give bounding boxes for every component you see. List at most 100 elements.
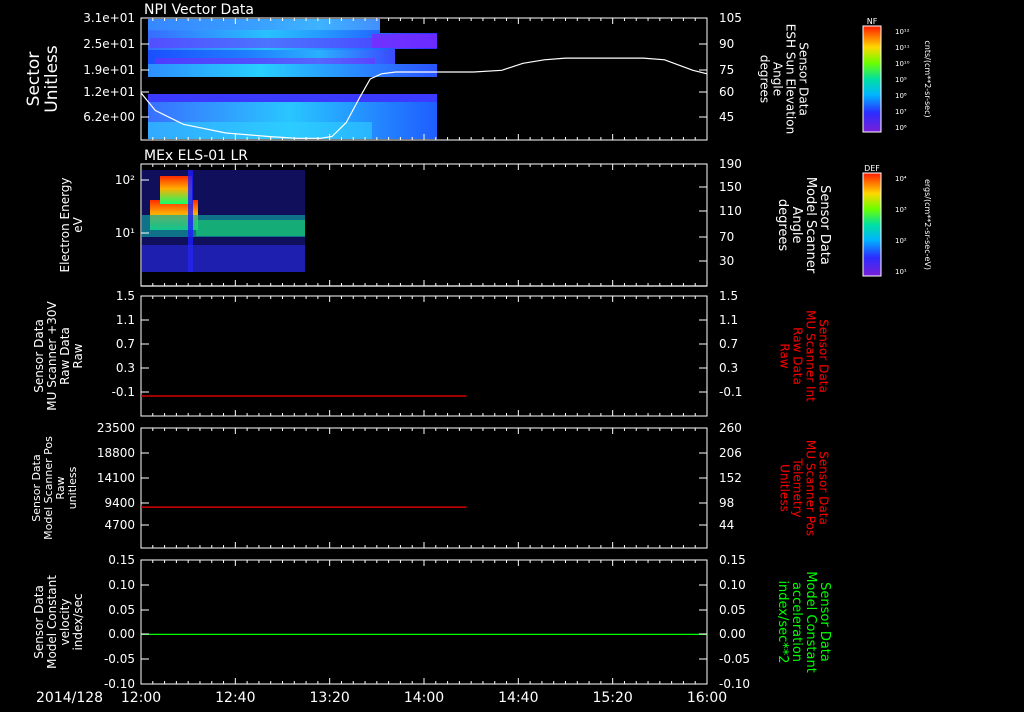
svg-text:ergs/(cm**2-sr-sec-eV): ergs/(cm**2-sr-sec-eV) [923, 179, 932, 270]
y2-tick-label: 90 [719, 37, 734, 51]
y2-tick-label: 45 [719, 110, 734, 124]
panel-2-y2label: Sensor DataModel ScannerAngledegrees [775, 177, 832, 274]
svg-text:degrees: degrees [775, 199, 790, 252]
svg-text:Angle: Angle [789, 207, 804, 244]
x-tick-label: 13:20 [309, 690, 349, 706]
svg-text:Raw: Raw [71, 343, 85, 368]
y2-tick-label: 0.10 [719, 578, 746, 592]
y2-tick-label: 1.5 [719, 289, 738, 303]
x-tick-label: 14:40 [498, 690, 538, 706]
svg-text:Sensor Data: Sensor Data [817, 582, 832, 662]
colorbar-tick: 10³ [895, 206, 907, 214]
colorbar-units: cnts/(cm**2-sr-sec) [923, 40, 932, 117]
y2-tick-label: 206 [719, 446, 742, 460]
svg-text:Sensor Data: Sensor Data [797, 42, 811, 116]
date-label: 2014/128 [36, 690, 103, 706]
x-tick-label: 12:40 [215, 690, 255, 706]
panel-3-ylabel: Sensor Data MU Scanner +30V Raw Data Raw [32, 301, 85, 411]
y-tick-label: 0.10 [108, 578, 135, 592]
svg-text:Sensor Data: Sensor Data [817, 185, 832, 265]
colorbar-tick: 10⁴ [895, 175, 907, 183]
y-tick-label: 3.1e+01 [83, 11, 135, 25]
els-spectrogram [142, 170, 305, 272]
panel-5-frame [140, 559, 708, 685]
y-tick-label: 0.00 [108, 627, 135, 641]
y-tick-label: 2.5e+01 [83, 37, 135, 51]
y-tick-label: 14100 [97, 471, 135, 485]
y-tick-label: 10² [115, 173, 135, 187]
svg-text:cnts/(cm**2-sr-sec): cnts/(cm**2-sr-sec) [923, 40, 932, 117]
y-tick-label: 4700 [104, 518, 135, 532]
y2-tick-label: 105 [719, 11, 742, 25]
svg-text:ESH Sun Elevation: ESH Sun Elevation [784, 24, 798, 134]
svg-text:acceleration: acceleration [789, 582, 804, 662]
x-tick-label: 15:20 [592, 690, 632, 706]
y2-tick-label: 0.7 [719, 337, 738, 351]
svg-text:Angle: Angle [771, 62, 785, 96]
panel-4-y2label: Sensor DataMU Scanner PosTelemetryUnitle… [778, 440, 831, 536]
y-tick-label: 1.2e+01 [83, 85, 135, 99]
panel-5-y2label: Sensor DataModel Constantaccelerationind… [775, 571, 832, 673]
plot-canvas: NPI Vector Data 3.1e+01 2.5e+01 1.9e+01 1.2e… [24, 2, 932, 706]
colorbar-units: ergs/(cm**2-sr-sec-eV) [923, 179, 932, 270]
y2-tick-label: 75 [719, 63, 734, 77]
colorbar-tick: 10¹⁰ [895, 60, 910, 68]
panel-1-title: NPI Vector Data [144, 2, 254, 18]
svg-text:Model Constant: Model Constant [803, 571, 818, 673]
panel-1-ylabel: SectorUnitless [24, 45, 62, 113]
svg-text:Sensor Data: Sensor Data [32, 585, 46, 659]
colorbar-tick: 10¹ [895, 268, 907, 276]
y-tick-label: 18800 [97, 446, 135, 460]
svg-text:index/sec**2: index/sec**2 [775, 580, 790, 663]
y2-tick-label: 0.15 [719, 553, 746, 567]
y2-tick-label: 110 [719, 204, 742, 218]
y-tick-label: 0.3 [116, 361, 135, 375]
npi-spectrogram [142, 19, 437, 139]
panel-1-y2label: Sensor DataESH Sun ElevationAngledegrees [758, 24, 811, 134]
y2-tick-label: -0.05 [719, 652, 750, 666]
y2-tick-label: 1.1 [719, 313, 738, 327]
panel-4-frame [140, 427, 708, 549]
colorbar-els [862, 172, 882, 277]
y-tick-label: 1.1 [116, 313, 135, 327]
y-tick-label: 6.2e+00 [83, 110, 135, 124]
svg-text:Raw Data: Raw Data [58, 327, 72, 385]
svg-text:Model Scanner: Model Scanner [803, 177, 818, 274]
svg-text:velocity: velocity [58, 599, 72, 646]
colorbar-tick: 10¹¹ [895, 44, 910, 52]
colorbar-tick: 10⁸ [895, 92, 907, 100]
panel-5-ylabel: Sensor Data Model Constant velocity index/s… [32, 575, 85, 669]
y-tick-label: 0.15 [108, 553, 135, 567]
y2-tick-label: 30 [719, 254, 734, 268]
panel-2-ylabel: Electron Energy eV [58, 177, 85, 272]
y2-tick-label: 150 [719, 180, 742, 194]
x-tick-label: 16:00 [687, 690, 727, 706]
svg-text:Unitless: Unitless [778, 464, 792, 512]
panel-3-y2label: Sensor DataMU Scanner IntRaw DataRaw [778, 310, 831, 402]
panel-2-title: MEx ELS-01 LR [144, 148, 248, 164]
colorbar-tick: 10¹² [895, 28, 910, 36]
y2-tick-label: 190 [719, 157, 742, 171]
svg-text:eV: eV [71, 216, 85, 232]
y-tick-label: 1.5 [116, 289, 135, 303]
svg-text:MU Scanner +30V: MU Scanner +30V [45, 301, 59, 411]
svg-text:Raw Data: Raw Data [791, 327, 805, 385]
y-tick-label: -0.10 [104, 677, 135, 691]
panel-3-frame [140, 295, 708, 417]
svg-text:Sensor Data: Sensor Data [817, 319, 831, 393]
svg-text:MU Scanner Int: MU Scanner Int [804, 310, 818, 402]
svg-text:Sensor Data: Sensor Data [817, 451, 831, 525]
y2-tick-label: -0.10 [719, 677, 750, 691]
y2-tick-label: -0.1 [719, 385, 742, 399]
x-tick-label: 14:00 [404, 690, 444, 706]
y-tick-label: 0.05 [108, 603, 135, 617]
svg-text:degrees: degrees [758, 55, 772, 103]
svg-text:unitless: unitless [66, 466, 79, 509]
y-tick-label: 1.9e+01 [83, 63, 135, 77]
svg-text:Sensor Data: Sensor Data [32, 319, 46, 393]
colorbar-tick: 10⁷ [895, 108, 907, 116]
svg-text:Raw: Raw [778, 343, 792, 368]
y2-tick-label: 70 [719, 230, 734, 244]
colorbar-tick: 10² [895, 237, 907, 245]
svg-text:Unitless: Unitless [42, 45, 62, 113]
